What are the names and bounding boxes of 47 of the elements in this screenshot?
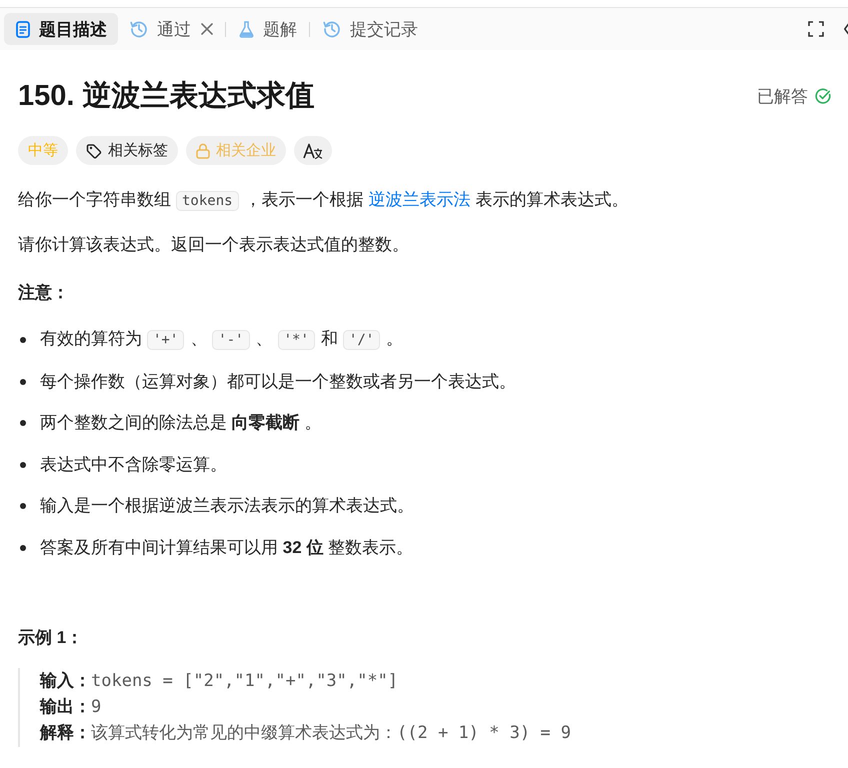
chevron-icon[interactable] [844, 23, 848, 35]
description-paragraph: 给你一个字符串数组 tokens ，表示一个根据 逆波兰表示法 表示的算术表达式。 [18, 189, 630, 213]
note-item: 输入是一个根据逆波兰表示法表示的算术表达式。 [40, 495, 414, 517]
inline-code: '-' [212, 330, 250, 350]
difficulty-tag: 中等 [18, 136, 68, 165]
inline-code: '+' [147, 330, 184, 350]
translate-icon [303, 142, 323, 158]
notes-heading: 注意： [18, 282, 70, 304]
note-item: 表达式中不含除零运算。 [40, 454, 227, 476]
inline-code: tokens [176, 191, 239, 211]
close-icon[interactable] [201, 23, 213, 35]
inline-code: '*' [278, 330, 315, 350]
note-item: 有效的算符为 '+' 、 '-' 、 '*' 和 '/' 。 [40, 328, 404, 352]
bullet-icon [20, 420, 26, 426]
example-label: 输出： [40, 696, 91, 718]
tab[interactable]: 提交记录 [311, 13, 429, 45]
history-icon [323, 20, 341, 38]
history-icon [130, 20, 148, 38]
example-value: tokens = ["2","1","+","3","*"] [91, 670, 398, 692]
inline-code: '/' [342, 330, 380, 350]
bullet-icon [20, 378, 26, 384]
example-heading: 示例 1： [18, 626, 84, 648]
description-paragraph: 请你计算该表达式。返回一个表示表达式值的整数。 [18, 234, 410, 256]
tab[interactable]: 题目描述 [4, 13, 118, 45]
tag-icon [86, 142, 102, 158]
example-value: 该算式转化为常见的中缀算术表达式为：((2 + 1) * 3) = 9 [91, 722, 571, 744]
link[interactable]: 逆波兰表示法 [368, 190, 471, 209]
fullscreen-icon[interactable] [808, 21, 824, 37]
example-value: 9 [91, 696, 102, 718]
bullet-icon [20, 544, 26, 550]
tab[interactable]: 题解 [227, 13, 308, 45]
bullet-icon [20, 336, 26, 342]
document-icon [16, 20, 30, 38]
bullet-icon [20, 462, 26, 468]
note-item: 两个整数之间的除法总是 向零截断 。 [40, 412, 322, 434]
translate-button[interactable] [294, 136, 332, 165]
note-item: 答案及所有中间计算结果可以用 32 位 整数表示。 [40, 536, 414, 558]
flask-icon [239, 20, 254, 38]
example-label: 输入： [40, 670, 91, 692]
tab[interactable]: 通过 [118, 13, 224, 45]
topics-tag[interactable]: 相关标签 [76, 136, 178, 165]
note-item: 每个操作数（运算对象）都可以是一个整数或者另一个表达式。 [40, 370, 516, 392]
example-label: 解释： [40, 722, 91, 744]
bullet-icon [20, 503, 26, 509]
status-label: 已解答 [757, 86, 808, 108]
problem-title: 150. 逆波兰表达式求值 [18, 79, 314, 114]
lock-icon [196, 142, 210, 158]
